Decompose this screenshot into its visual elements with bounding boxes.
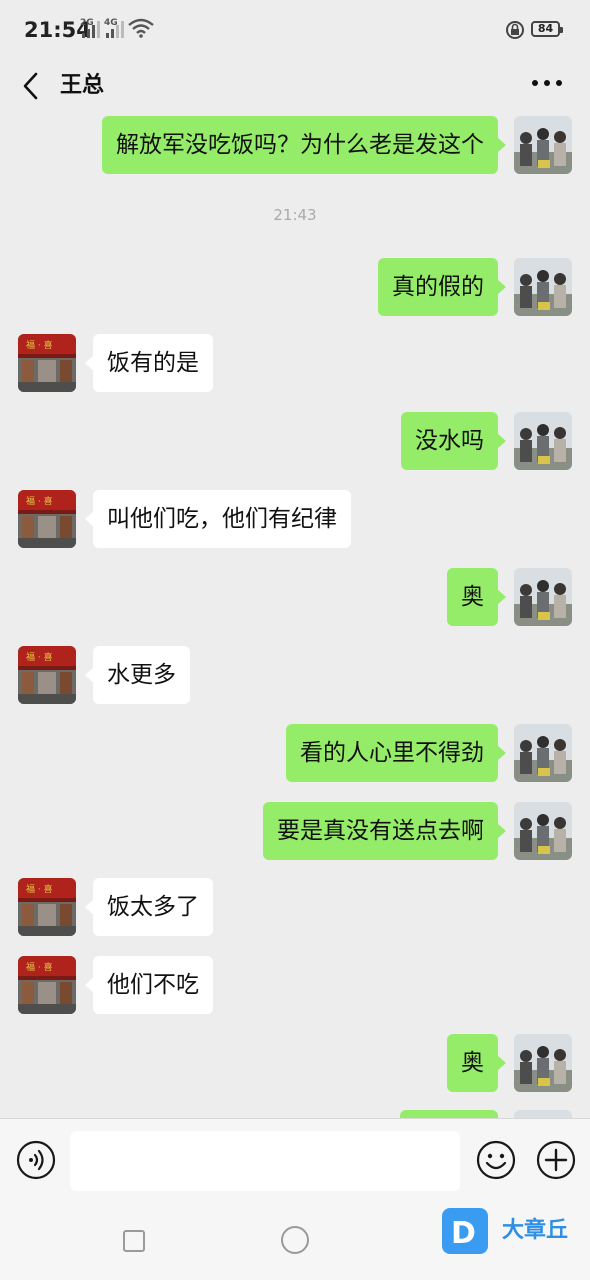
chevron-left-icon[interactable]: [18, 68, 48, 104]
contact-avatar[interactable]: 福 · 喜: [18, 646, 76, 704]
contact-avatar[interactable]: 福 · 喜: [18, 334, 76, 392]
message-bubble[interactable]: 解放军没吃饭吗？为什么老是发这个: [102, 116, 506, 174]
battery-indicator: 84: [531, 21, 563, 37]
message-bubble[interactable]: 真的假的: [378, 258, 506, 316]
message-bubble[interactable]: 水更多: [85, 646, 190, 704]
my-avatar[interactable]: [514, 1034, 572, 1092]
message-bubble[interactable]: 叫他们吃，他们有纪律: [85, 490, 351, 548]
svg-text:福 · 喜: 福 · 喜: [26, 339, 53, 351]
svg-text:福 · 喜: 福 · 喜: [26, 883, 53, 895]
message-bubble[interactable]: [400, 1110, 498, 1118]
my-avatar[interactable]: [514, 116, 572, 174]
my-avatar[interactable]: [514, 724, 572, 782]
status-bar: 21:54 2G 4G 84: [0, 0, 590, 60]
message-bubble[interactable]: 奥: [447, 568, 506, 626]
chat-header: 王总: [0, 60, 590, 112]
my-avatar[interactable]: [514, 258, 572, 316]
message-bubble[interactable]: 他们不吃: [85, 956, 213, 1014]
input-bar: [0, 1118, 590, 1204]
contact-avatar[interactable]: 福 · 喜: [18, 878, 76, 936]
rotation-lock-icon: [506, 21, 524, 39]
system-navigation-bar: D 大章丘: [0, 1204, 590, 1280]
my-avatar[interactable]: [514, 802, 572, 860]
voice-icon[interactable]: [16, 1140, 56, 1180]
watermark-logo-icon: D: [442, 1208, 488, 1254]
my-avatar[interactable]: [514, 1110, 572, 1118]
message-bubble[interactable]: 要是真没有送点去啊: [263, 802, 506, 860]
more-dots-icon[interactable]: [530, 78, 564, 88]
contact-avatar[interactable]: 福 · 喜: [18, 490, 76, 548]
my-avatar[interactable]: [514, 568, 572, 626]
recent-apps-button[interactable]: [123, 1230, 145, 1252]
message-bubble[interactable]: 奥: [447, 1034, 506, 1092]
svg-text:D: D: [451, 1216, 476, 1251]
signal-icon: [106, 20, 124, 38]
home-button[interactable]: [281, 1226, 309, 1254]
message-bubble[interactable]: 饭有的是: [85, 334, 213, 392]
svg-text:福 · 喜: 福 · 喜: [26, 495, 53, 507]
chat-title: 王总: [60, 73, 105, 98]
contact-avatar[interactable]: 福 · 喜: [18, 956, 76, 1014]
watermark-text: 大章丘: [502, 1218, 569, 1243]
message-bubble[interactable]: 看的人心里不得劲: [286, 724, 506, 782]
message-timestamp: 21:43: [273, 206, 317, 224]
svg-text:福 · 喜: 福 · 喜: [26, 651, 53, 663]
message-bubble[interactable]: 没水吗: [401, 412, 506, 470]
wifi-icon: [128, 18, 154, 38]
message-bubble[interactable]: 饭太多了: [85, 878, 213, 936]
signal-icon: [82, 20, 100, 38]
my-avatar[interactable]: [514, 412, 572, 470]
watermark: D 大章丘: [440, 1206, 590, 1258]
message-input[interactable]: [70, 1131, 460, 1191]
svg-text:福 · 喜: 福 · 喜: [26, 961, 53, 973]
plus-icon[interactable]: [536, 1140, 576, 1180]
smiley-icon[interactable]: [476, 1140, 516, 1180]
message-list[interactable]: 解放军没吃饭吗？为什么老是发这个 21:43 真的假的 福 · 喜 饭有的是 没…: [0, 112, 590, 1118]
